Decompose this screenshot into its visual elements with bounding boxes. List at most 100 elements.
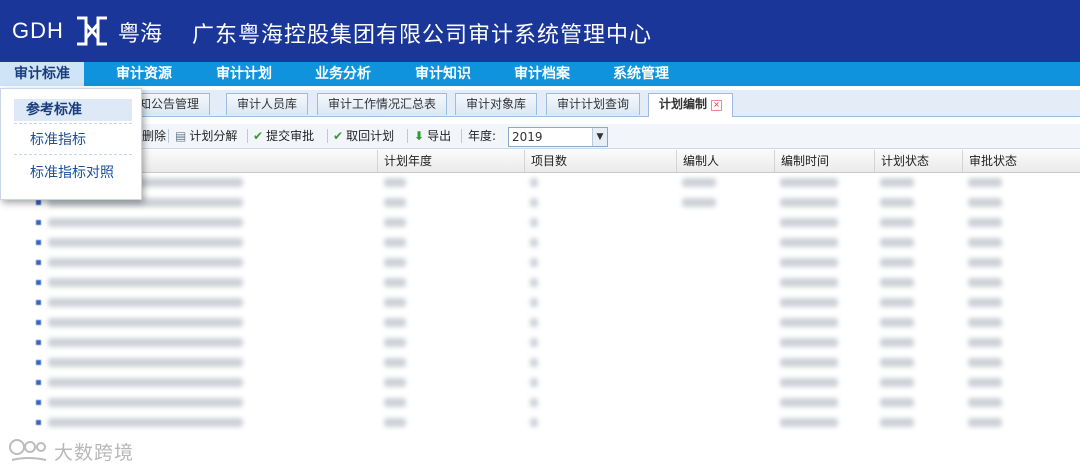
blurred-cell: [682, 198, 716, 207]
row-bullet-icon: [36, 200, 41, 205]
export-label: 导出: [427, 129, 452, 143]
tab-label: 审计人员库: [237, 97, 298, 111]
grid-header: 计划年度 项目数 编制人 编制时间 计划状态 审批状态: [0, 150, 1080, 173]
brand-name: GDH: [12, 18, 64, 43]
blurred-cell: [530, 378, 538, 387]
blurred-cell: [48, 358, 243, 367]
main-nav: 审计标准 审计资源 审计计划 业务分析 审计知识 审计档案 系统管理: [0, 62, 1080, 86]
row-bullet-icon: [36, 220, 41, 225]
tab-strip: 知公告管理 审计人员库 审计工作情况汇总表 审计对象库 审计计划查询 计划编制 ×: [0, 90, 1080, 117]
blurred-cell: [968, 378, 1002, 387]
nav-item-audit-archive[interactable]: 审计档案: [514, 62, 570, 86]
withdraw-plan-button[interactable]: ✔ 取回计划: [333, 124, 394, 148]
blurred-cell: [968, 198, 1002, 207]
blurred-cell: [384, 378, 406, 387]
row-bullet-icon: [36, 380, 41, 385]
tab-label: 审计对象库: [466, 97, 527, 111]
blurred-cell: [530, 298, 538, 307]
blurred-cell: [48, 318, 243, 327]
delete-button[interactable]: 删除: [142, 124, 166, 148]
blurred-cell: [682, 178, 716, 187]
chevron-down-icon[interactable]: ▼: [592, 128, 607, 146]
table-row[interactable]: [0, 173, 1080, 193]
blurred-cell: [968, 418, 1002, 427]
blurred-cell: [530, 338, 538, 347]
nav-item-audit-resources[interactable]: 审计资源: [116, 62, 172, 86]
blurred-cell: [968, 298, 1002, 307]
tab-label: 审计工作情况汇总表: [328, 97, 437, 111]
blurred-cell: [530, 198, 538, 207]
grid-icon: ▤: [175, 129, 187, 143]
grid-body: [0, 173, 1080, 435]
nav-item-audit-knowledge[interactable]: 审计知识: [415, 62, 471, 86]
nav-item-business-analysis[interactable]: 业务分析: [315, 62, 371, 86]
download-icon: ⬇: [414, 129, 425, 143]
table-row[interactable]: [0, 393, 1080, 413]
menu-item-reference-standard[interactable]: 参考标准: [14, 99, 132, 121]
nav-dropdown-menu: 参考标准 标准指标 标准指标对照: [0, 88, 142, 200]
menu-item-standard-indicator[interactable]: 标准指标: [14, 129, 132, 151]
toolbar-divider: [168, 129, 169, 143]
blurred-cell: [880, 398, 914, 407]
blurred-cell: [780, 338, 838, 347]
column-header-plan-status[interactable]: 计划状态: [874, 150, 963, 172]
submit-approval-button[interactable]: ✔ 提交审批: [253, 124, 314, 148]
tab-audit-object-library[interactable]: 审计对象库: [455, 93, 538, 115]
plan-split-button[interactable]: ▤ 计划分解: [175, 124, 237, 148]
menu-item-indicator-comparison[interactable]: 标准指标对照: [14, 162, 132, 184]
blurred-cell: [880, 318, 914, 327]
tab-plan-compile[interactable]: 计划编制 ×: [648, 93, 734, 117]
blurred-cell: [968, 318, 1002, 327]
table-row[interactable]: [0, 333, 1080, 353]
table-row[interactable]: [0, 213, 1080, 233]
nav-item-audit-standard[interactable]: 审计标准: [0, 62, 84, 86]
table-row[interactable]: [0, 193, 1080, 213]
close-icon[interactable]: ×: [711, 100, 723, 111]
table-row[interactable]: [0, 413, 1080, 433]
blurred-cell: [530, 178, 538, 187]
watermark-logo-icon: [9, 439, 47, 461]
year-value: 2019: [512, 130, 543, 144]
blurred-cell: [384, 418, 406, 427]
row-bullet-icon: [36, 240, 41, 245]
table-row[interactable]: [0, 293, 1080, 313]
row-bullet-icon: [36, 340, 41, 345]
blurred-cell: [968, 258, 1002, 267]
tab-plan-query[interactable]: 审计计划查询: [546, 93, 641, 115]
column-header-approval-status[interactable]: 审批状态: [962, 150, 1051, 172]
app-header: GDH 粤海 广东粤海控股集团有限公司审计系统管理中心: [0, 0, 1080, 62]
column-header-compiler[interactable]: 编制人: [676, 150, 775, 172]
tab-auditor-library[interactable]: 审计人员库: [226, 93, 309, 115]
table-row[interactable]: [0, 373, 1080, 393]
export-button[interactable]: ⬇ 导出: [414, 124, 451, 148]
tab-work-summary[interactable]: 审计工作情况汇总表: [317, 93, 448, 115]
table-row[interactable]: [0, 353, 1080, 373]
blurred-cell: [384, 198, 406, 207]
blurred-cell: [780, 358, 838, 367]
year-select[interactable]: 2019 ▼: [508, 127, 608, 147]
row-bullet-icon: [36, 400, 41, 405]
blurred-cell: [384, 358, 406, 367]
blurred-cell: [530, 318, 538, 327]
column-header-plan-year[interactable]: 计划年度: [377, 150, 530, 172]
blurred-cell: [968, 218, 1002, 227]
blurred-cell: [384, 238, 406, 247]
nav-item-system-management[interactable]: 系统管理: [613, 62, 669, 86]
table-row[interactable]: [0, 253, 1080, 273]
tab-label: 审计计划查询: [557, 97, 630, 111]
tab-label: 计划编制: [659, 97, 708, 111]
table-row[interactable]: [0, 233, 1080, 253]
check-icon: ✔: [333, 129, 344, 143]
blurred-cell: [880, 198, 914, 207]
nav-item-audit-plan[interactable]: 审计计划: [216, 62, 272, 86]
table-row[interactable]: [0, 313, 1080, 333]
blurred-cell: [530, 358, 538, 367]
column-header-project-count[interactable]: 项目数: [524, 150, 677, 172]
blurred-cell: [384, 178, 406, 187]
blurred-cell: [780, 258, 838, 267]
blurred-cell: [384, 258, 406, 267]
column-header-compile-time[interactable]: 编制时间: [774, 150, 873, 172]
blurred-cell: [880, 378, 914, 387]
blurred-cell: [530, 278, 538, 287]
table-row[interactable]: [0, 273, 1080, 293]
